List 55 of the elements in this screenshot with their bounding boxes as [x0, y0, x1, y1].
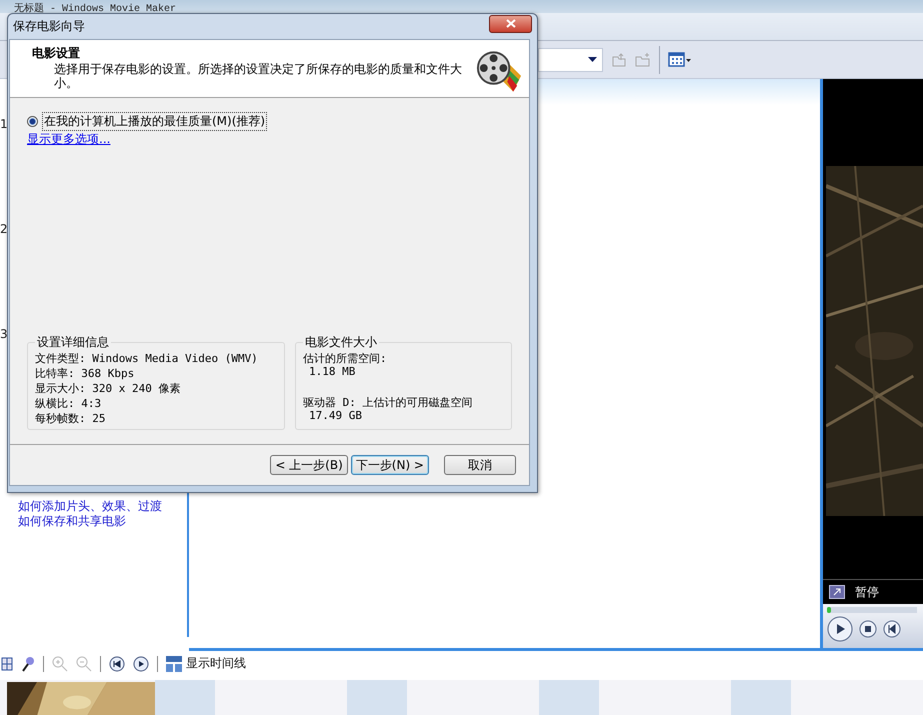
transition-slot[interactable] [347, 680, 408, 715]
wizard-button[interactable]: < 上一步(B) [270, 455, 348, 475]
task-link[interactable]: 如何添加片头、效果、过渡 [18, 499, 187, 514]
new-folder-icon[interactable] [635, 52, 651, 68]
play-icon[interactable] [827, 616, 853, 642]
zoom-out-icon[interactable] [76, 656, 92, 672]
page-description: 选择用于保存电影的设置。所选择的设置决定了所保存的电影的质量和文件大小。 [53, 62, 463, 90]
folder-up-icon[interactable] [611, 52, 627, 68]
detail-line: 显示大小: 320 x 240 像素 [35, 381, 182, 396]
step-number: 2 [0, 222, 8, 236]
fullscreen-icon[interactable] [829, 585, 845, 599]
seek-thumb[interactable] [827, 607, 831, 613]
transition-slot[interactable] [731, 680, 792, 715]
view-icon[interactable] [668, 52, 692, 68]
caret-icon [588, 57, 597, 62]
close-icon [506, 19, 516, 28]
stop-icon[interactable] [859, 620, 877, 638]
storyboard-icon[interactable] [1, 656, 13, 670]
play-icon[interactable] [133, 656, 149, 672]
clip-slot[interactable] [215, 680, 347, 715]
dialog-title: 保存电影向导 [13, 18, 85, 35]
show-timeline-button[interactable]: 显示时间线 [166, 655, 246, 672]
playback-status: 暂停 [855, 584, 879, 600]
collection-dropdown[interactable] [538, 48, 603, 72]
more-options-link[interactable]: 显示更多选项... [27, 131, 110, 148]
size-label: 驱动器 D: 上估计的可用磁盘空间 [303, 395, 474, 410]
seek-track[interactable] [827, 607, 917, 613]
transition-slot[interactable] [155, 680, 216, 715]
detail-line: 每秒帧数: 25 [35, 411, 106, 426]
window-title: 无标题 - Windows Movie Maker [14, 4, 176, 13]
size-value: 1.18 MB [308, 366, 356, 378]
page-heading: 电影设置 [32, 46, 81, 61]
detail-line: 文件类型: Windows Media Video (WMV) [35, 351, 259, 366]
timeline-icon [166, 656, 182, 672]
microphone-icon[interactable] [21, 656, 35, 672]
group-title: 设置详细信息 [36, 334, 110, 351]
wizard-button[interactable]: 下一步(N) > [350, 455, 429, 475]
clip-slot[interactable] [791, 680, 923, 715]
wizard-button[interactable]: 取消 [444, 455, 516, 475]
step-number: 3 [0, 327, 8, 341]
transition-slot[interactable] [539, 680, 600, 715]
radio-button[interactable] [27, 116, 38, 127]
clip-slot[interactable] [407, 680, 539, 715]
task-link[interactable]: 如何保存和共享电影 [18, 514, 187, 529]
group-title: 电影文件大小 [304, 334, 378, 351]
previous-icon[interactable] [883, 620, 901, 638]
rewind-icon[interactable] [109, 656, 125, 672]
step-number: 1 [0, 117, 8, 131]
detail-line: 比特率: 368 Kbps [35, 366, 136, 381]
detail-line: 纵横比: 4:3 [35, 396, 102, 411]
close-button[interactable] [489, 14, 532, 32]
size-label: 估计的所需空间: [303, 351, 388, 366]
zoom-in-icon[interactable] [52, 656, 68, 672]
clip-slot[interactable] [599, 680, 731, 715]
size-value: 17.49 GB [308, 410, 363, 422]
